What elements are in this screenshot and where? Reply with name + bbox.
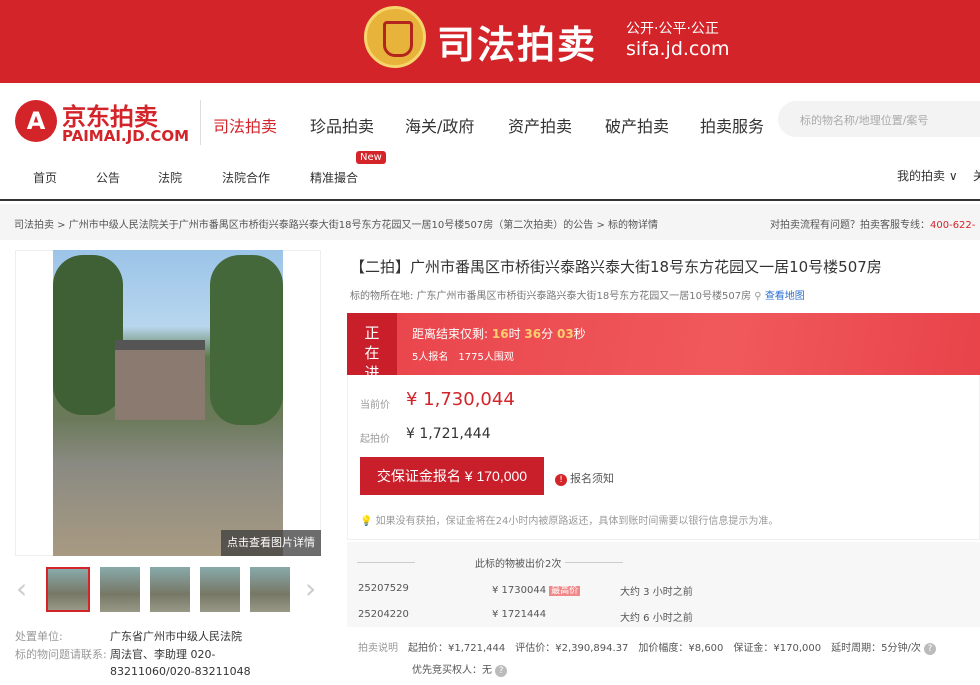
bid-time: 大约 3 小时之前 bbox=[620, 587, 693, 598]
subnav-matching[interactable]: 精准撮合 bbox=[310, 169, 358, 186]
item-location: 标的物所在地: 广东广州市番禺区市桥街兴泰路兴泰大街18号东方花园又一居10号楼… bbox=[350, 287, 805, 302]
map-pin-icon: ⚲ bbox=[754, 291, 762, 302]
divider bbox=[0, 199, 980, 201]
banner-slogan: 公开·公平·公正 bbox=[626, 21, 719, 37]
bid-amount: ¥ 1721444 bbox=[492, 609, 547, 620]
current-price: ¥ 1,730,044 bbox=[406, 389, 515, 410]
subnav-cooperation[interactable]: 法院合作 bbox=[222, 169, 270, 186]
subnav-home[interactable]: 首页 bbox=[33, 169, 57, 186]
status-badge: 正在进行 bbox=[347, 313, 397, 402]
breadcrumb-item: 标的物详情 bbox=[608, 220, 659, 231]
divider bbox=[200, 100, 201, 145]
photo-tree bbox=[210, 255, 283, 425]
tip-text: 如果没有获拍，保证金将在24小时内被原路返还，具体到账时间需要以银行信息提示为准… bbox=[375, 516, 779, 527]
my-auction-dropdown[interactable]: 我的拍卖 ∨ bbox=[897, 167, 958, 184]
deposit-tip: 💡 如果没有获拍，保证金将在24小时内被原路返还，具体到账时间需要以银行信息提示… bbox=[360, 512, 778, 527]
next-arrow-icon[interactable]: › bbox=[305, 572, 316, 605]
logo-url[interactable]: PAIMAI.JD.COM bbox=[62, 127, 189, 145]
search-input[interactable]: 标的物名称/地理位置/案号 bbox=[778, 101, 980, 137]
priority-buyer: 优先竞买权人：无 bbox=[412, 665, 492, 676]
view-map-link[interactable]: 查看地图 bbox=[765, 291, 805, 302]
auction-description: 拍卖说明 起拍价：¥1,721,444 评估价：¥2,390,894.37 加价… bbox=[358, 638, 937, 682]
thumbnail[interactable] bbox=[250, 567, 290, 612]
subnav-court[interactable]: 法院 bbox=[158, 169, 182, 186]
highest-price-badge: 最高价 bbox=[549, 586, 581, 596]
view-photo-details[interactable]: 点击查看图片详情 bbox=[221, 530, 321, 556]
prev-arrow-icon[interactable]: ‹ bbox=[16, 572, 27, 605]
stats: 5人报名 1775人围观 bbox=[412, 348, 514, 363]
alert-icon: ! bbox=[555, 474, 567, 486]
signups: 5人报名 bbox=[412, 352, 449, 363]
breadcrumb-item[interactable]: 司法拍卖 bbox=[14, 220, 54, 231]
thumbnail[interactable] bbox=[100, 567, 140, 612]
jd-logo-icon[interactable]: A bbox=[15, 100, 57, 142]
nav-treasure[interactable]: 珍品拍卖 bbox=[310, 113, 374, 137]
hours: 16 bbox=[491, 327, 509, 341]
unit-value: 广东省广州市中级人民法院 bbox=[110, 630, 242, 643]
court-emblem-icon bbox=[364, 6, 426, 68]
bidder-id: 25207529 bbox=[358, 583, 409, 594]
photo-tree bbox=[53, 255, 123, 415]
notice-label: 报名须知 bbox=[570, 472, 614, 485]
bid-price: ¥ 1730044 最高价 bbox=[492, 583, 581, 596]
contact-label: 标的物问题请联系: bbox=[15, 648, 107, 661]
location-label: 标的物所在地: bbox=[350, 291, 414, 302]
hotline-number: 400-622- bbox=[930, 220, 976, 231]
current-price-label: 当前价 bbox=[360, 400, 390, 411]
contact-value: 周法官、李助理 020-83211060/020-83211048 bbox=[110, 648, 251, 678]
desc-terms: 起拍价：¥1,721,444 评估价：¥2,390,894.37 加价幅度：¥8… bbox=[408, 643, 921, 654]
breadcrumb-item[interactable]: 广州市中级人民法院关于广州市番禺区市桥街兴泰路兴泰大街18号东方花园又一居10号… bbox=[69, 220, 594, 231]
bid-count: 此标的物被出价2次 bbox=[475, 559, 562, 570]
photo-gate bbox=[115, 340, 205, 420]
hours-unit: 时 bbox=[508, 327, 521, 341]
thumbnail[interactable] bbox=[200, 567, 240, 612]
divider bbox=[565, 562, 623, 563]
bid-amount: ¥ 1730044 bbox=[492, 585, 547, 596]
bid-time: 大约 6 小时之前 bbox=[620, 613, 693, 624]
divider bbox=[357, 562, 415, 563]
help-icon[interactable]: ? bbox=[495, 665, 508, 677]
seconds: 03 bbox=[556, 327, 574, 341]
start-price-label: 起拍价 bbox=[360, 434, 390, 445]
subnav-notice[interactable]: 公告 bbox=[96, 169, 120, 186]
thumbnail[interactable] bbox=[46, 567, 90, 612]
status-banner bbox=[347, 313, 980, 375]
minutes: 36 bbox=[524, 327, 542, 341]
nav-customs[interactable]: 海关/政府 bbox=[405, 113, 474, 137]
thumbnail[interactable] bbox=[150, 567, 190, 612]
nav-judicial[interactable]: 司法拍卖 bbox=[213, 113, 277, 137]
help-icon[interactable]: ? bbox=[924, 643, 937, 655]
lightbulb-icon: 💡 bbox=[360, 516, 373, 527]
item-title: 【二拍】广州市番禺区市桥街兴泰路兴泰大街18号东方花园又一居10号楼507房 bbox=[350, 258, 882, 276]
nav-bankruptcy[interactable]: 破产拍卖 bbox=[605, 113, 669, 137]
start-price: ¥ 1,721,444 bbox=[406, 426, 491, 442]
bidder-id: 25204220 bbox=[358, 609, 409, 620]
watchers: 1775人围观 bbox=[458, 352, 514, 363]
hotline-label: 对拍卖流程有问题？拍卖客服专线： bbox=[770, 220, 930, 231]
banner-title: 司法拍卖 bbox=[437, 23, 598, 67]
countdown: 距离结束仅剩: 16时 36分 03秒 bbox=[412, 325, 586, 342]
unit-label: 处置单位: bbox=[15, 630, 63, 643]
seconds-unit: 秒 bbox=[573, 327, 586, 341]
location-value: 广东广州市番禺区市桥街兴泰路兴泰大街18号东方花园又一居10号楼507房 bbox=[416, 291, 752, 302]
pay-deposit-button[interactable]: 交保证金报名 ¥ 170,000 bbox=[360, 457, 544, 495]
new-badge: New bbox=[356, 151, 386, 164]
banner-url: sifa.jd.com bbox=[626, 38, 730, 60]
desc-label: 拍卖说明 bbox=[358, 643, 398, 654]
signup-notice-link[interactable]: ! 报名须知 bbox=[555, 470, 614, 486]
countdown-label: 距离结束仅剩: bbox=[412, 327, 489, 341]
minutes-unit: 分 bbox=[541, 327, 554, 341]
nav-assets[interactable]: 资产拍卖 bbox=[508, 113, 572, 137]
follow-link[interactable]: 关 bbox=[973, 167, 980, 184]
hotline: 对拍卖流程有问题？拍卖客服专线：400-622- bbox=[770, 216, 975, 231]
nav-service[interactable]: 拍卖服务 bbox=[700, 113, 764, 137]
